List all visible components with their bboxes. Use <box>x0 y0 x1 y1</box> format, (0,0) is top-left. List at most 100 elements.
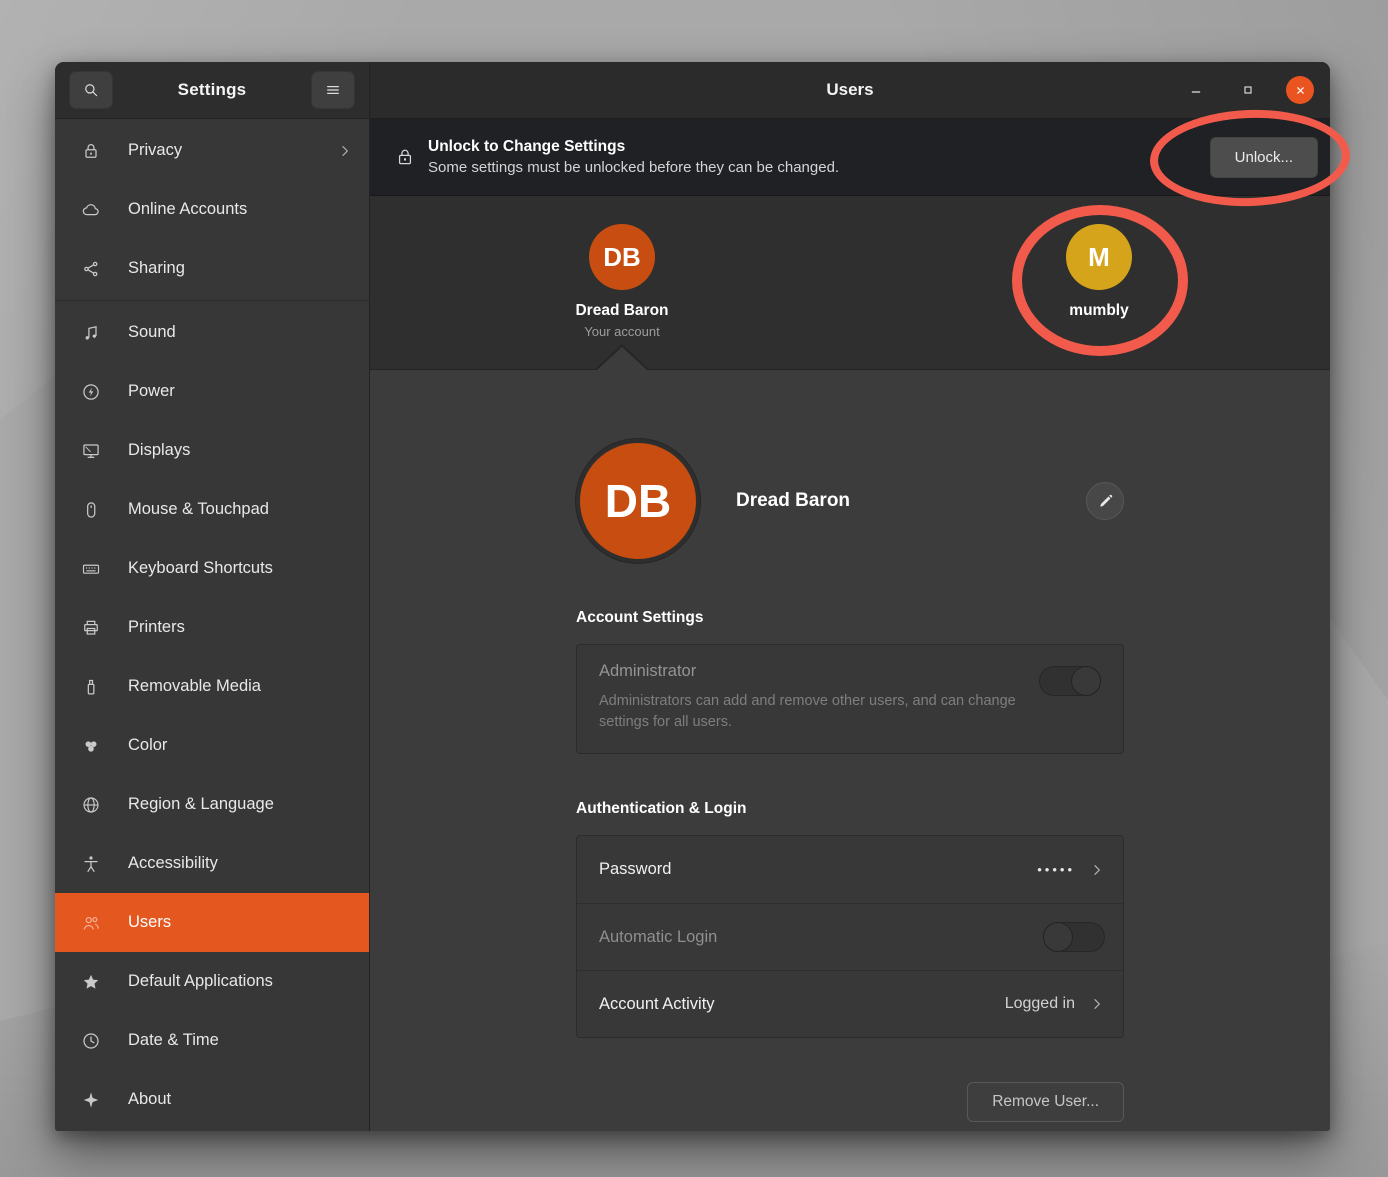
sidebar-item-privacy[interactable]: Privacy <box>55 121 369 180</box>
sidebar-item-region-language[interactable]: Region & Language <box>55 775 369 834</box>
sidebar-item-accessibility[interactable]: Accessibility <box>55 834 369 893</box>
user-name: mumbly <box>1019 302 1179 320</box>
sidebar-item-label: Users <box>128 913 171 932</box>
unlock-button[interactable]: Unlock... <box>1210 137 1318 178</box>
sidebar-item-online-accounts[interactable]: Online Accounts <box>55 180 369 239</box>
lock-icon <box>81 141 101 161</box>
accessibility-person-icon <box>81 854 101 874</box>
user-detail-panel: DB Dread Baron Account Settings Administ… <box>370 370 1330 1131</box>
sidebar-item-label: Region & Language <box>128 795 274 814</box>
sidebar-item-sharing[interactable]: Sharing <box>55 239 369 298</box>
account-settings-card: Administrator Administrators can add and… <box>576 644 1124 754</box>
sidebar-item-displays[interactable]: Displays <box>55 421 369 480</box>
sidebar-header: Settings <box>55 62 369 119</box>
unlock-title: Unlock to Change Settings <box>428 138 839 156</box>
sidebar-item-label: About <box>128 1090 171 1109</box>
sidebar-item-keyboard-shortcuts[interactable]: Keyboard Shortcuts <box>55 539 369 598</box>
unlock-subtitle: Some settings must be unlocked before th… <box>428 159 839 176</box>
profile-avatar[interactable]: DB <box>576 439 700 563</box>
search-icon <box>82 81 100 99</box>
sidebar-item-label: Keyboard Shortcuts <box>128 559 273 578</box>
titlebar: Users <box>370 62 1330 119</box>
password-dots: ••••• <box>1037 862 1075 877</box>
search-button[interactable] <box>69 71 113 109</box>
unlock-texts: Unlock to Change Settings Some settings … <box>428 138 839 176</box>
clock-icon <box>81 1031 101 1051</box>
sidebar-item-sound[interactable]: Sound <box>55 303 369 362</box>
administrator-texts: Administrator Administrators can add and… <box>599 662 1019 733</box>
user-name: Dread Baron <box>542 302 702 320</box>
sparkle-icon <box>81 1090 101 1110</box>
sidebar-item-label: Date & Time <box>128 1031 219 1050</box>
administrator-toggle[interactable] <box>1039 666 1101 696</box>
monitor-icon <box>81 441 101 461</box>
content-pane: Users Unlock to Change Settings Some set… <box>370 62 1330 1131</box>
pencil-icon <box>1097 493 1114 510</box>
sidebar-item-label: Default Applications <box>128 972 273 991</box>
sidebar-item-about[interactable]: About <box>55 1070 369 1129</box>
settings-window: Settings Privacy Online Accounts Sharing <box>55 62 1330 1131</box>
user-carousel: DB Dread Baron Your account M mumbly <box>370 196 1330 370</box>
account-activity-row[interactable]: Account Activity Logged in <box>577 970 1123 1037</box>
sidebar-item-printers[interactable]: Printers <box>55 598 369 657</box>
password-label: Password <box>599 860 671 879</box>
hamburger-icon <box>324 81 342 99</box>
printer-icon <box>81 618 101 638</box>
power-bolt-icon <box>81 382 101 402</box>
sidebar-item-label: Sound <box>128 323 176 342</box>
sidebar-item-removable-media[interactable]: Removable Media <box>55 657 369 716</box>
sidebar-item-color[interactable]: Color <box>55 716 369 775</box>
sidebar-item-label: Accessibility <box>128 854 218 873</box>
maximize-button[interactable] <box>1234 76 1262 104</box>
keyboard-icon <box>81 559 101 579</box>
window-controls <box>1182 76 1330 104</box>
toggle-knob <box>1043 922 1073 952</box>
music-note-icon <box>81 323 101 343</box>
sidebar-list: Privacy Online Accounts Sharing Sound Po… <box>55 119 369 1131</box>
user-subtitle: Your account <box>542 324 702 339</box>
minimize-button[interactable] <box>1182 76 1210 104</box>
administrator-description: Administrators can add and remove other … <box>599 691 1019 733</box>
edit-name-button[interactable] <box>1086 482 1124 520</box>
automatic-login-toggle[interactable] <box>1043 922 1105 952</box>
chevron-right-icon <box>1089 862 1105 878</box>
profile-header: DB Dread Baron <box>576 439 1124 563</box>
password-row[interactable]: Password ••••• <box>577 836 1123 903</box>
carousel-user-mumbly[interactable]: M mumbly <box>1019 224 1179 320</box>
menu-button[interactable] <box>311 71 355 109</box>
sidebar-item-label: Privacy <box>128 141 182 160</box>
close-button[interactable] <box>1286 76 1314 104</box>
section-title-authentication-login: Authentication & Login <box>576 800 1124 818</box>
unlock-banner: Unlock to Change Settings Some settings … <box>370 119 1330 196</box>
profile-name: Dread Baron <box>736 490 850 512</box>
selection-pointer <box>597 347 647 370</box>
sidebar-item-date-time[interactable]: Date & Time <box>55 1011 369 1070</box>
administrator-label: Administrator <box>599 662 1019 681</box>
automatic-login-row: Automatic Login <box>577 903 1123 970</box>
close-icon <box>1294 84 1307 97</box>
carousel-user-dread-baron[interactable]: DB Dread Baron Your account <box>542 224 702 339</box>
sidebar-item-label: Online Accounts <box>128 200 247 219</box>
avatar: M <box>1066 224 1132 290</box>
remove-user-button[interactable]: Remove User... <box>967 1082 1124 1122</box>
chevron-right-icon <box>337 143 353 159</box>
sidebar-item-mouse-touchpad[interactable]: Mouse & Touchpad <box>55 480 369 539</box>
sidebar-item-label: Mouse & Touchpad <box>128 500 269 519</box>
sidebar: Settings Privacy Online Accounts Sharing <box>55 62 370 1131</box>
globe-icon <box>81 795 101 815</box>
sidebar-item-label: Displays <box>128 441 190 460</box>
users-icon <box>81 913 101 933</box>
usb-drive-icon <box>81 677 101 697</box>
padlock-icon <box>395 146 415 168</box>
toggle-knob <box>1071 666 1101 696</box>
color-circles-icon <box>81 736 101 756</box>
sidebar-separator <box>55 300 369 301</box>
administrator-row: Administrator Administrators can add and… <box>577 645 1123 753</box>
sidebar-item-default-applications[interactable]: Default Applications <box>55 952 369 1011</box>
account-activity-label: Account Activity <box>599 995 715 1014</box>
sidebar-item-power[interactable]: Power <box>55 362 369 421</box>
sidebar-item-label: Printers <box>128 618 185 637</box>
sidebar-item-label: Color <box>128 736 167 755</box>
star-icon <box>81 972 101 992</box>
sidebar-item-users[interactable]: Users <box>55 893 369 952</box>
